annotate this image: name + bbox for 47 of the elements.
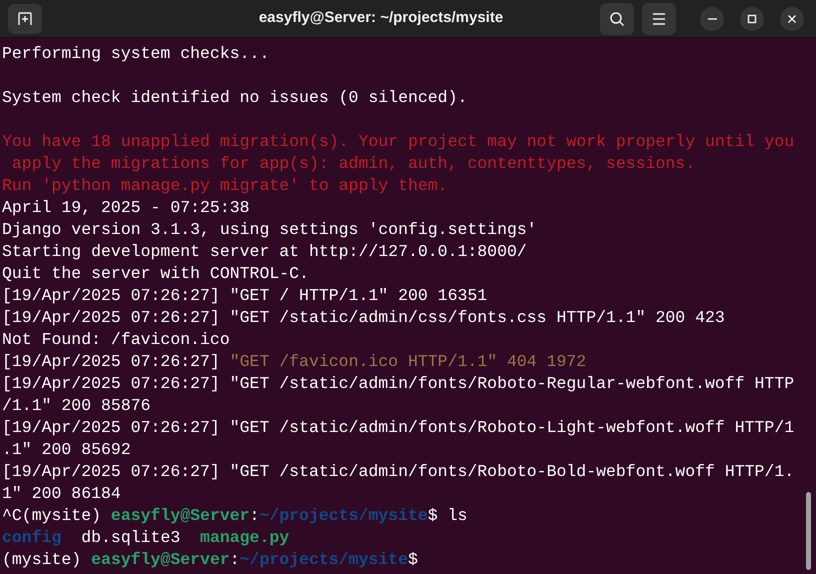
terminal-text: [19/Apr/2025 07:26:27] "GET /static/admin/css/fonts.css HTTP/1.1" 200 423 bbox=[2, 308, 725, 327]
maximize-icon bbox=[747, 14, 757, 24]
terminal-text: Django version 3.1.3, using settings 'config.settings' bbox=[2, 220, 537, 239]
terminal-text: [19/Apr/2025 07:26:27] "GET /static/admin/fonts/Roboto-Bold-webfont.woff HTTP/1. bbox=[2, 462, 794, 481]
terminal-text: Not Found: /favicon.ico bbox=[2, 330, 230, 349]
terminal-text: [19/Apr/2025 07:26:27] bbox=[2, 352, 221, 371]
terminal-text: [19/Apr/2025 07:26:27] "GET / HTTP/1.1" 200 16351 bbox=[2, 286, 488, 305]
terminal-text: Run 'python manage.py migrate' to apply them. bbox=[2, 176, 448, 195]
terminal-text: easyfly@Server bbox=[110, 506, 250, 525]
terminal-text: $ bbox=[408, 550, 418, 569]
terminal-text: [19/Apr/2025 07:26:27] "GET /static/admin/fonts/Roboto-Light-webfont.woff HTTP/1 bbox=[2, 418, 794, 437]
window-title: easyfly@Server: ~/projects/mysite bbox=[258, 8, 504, 28]
terminal-text: April 19, 2025 - 07:25:38 bbox=[2, 198, 250, 217]
terminal-text: manage.py bbox=[200, 528, 290, 547]
maximize-button[interactable] bbox=[740, 6, 764, 30]
scrollbar-thumb[interactable] bbox=[806, 492, 811, 570]
close-icon bbox=[787, 14, 797, 24]
terminal-text: : bbox=[230, 550, 240, 569]
terminal-text: System check identified no issues (0 silenced). bbox=[2, 88, 468, 107]
terminal-text: Performing system checks... bbox=[2, 44, 270, 63]
terminal-text: db.sqlite3 bbox=[80, 528, 182, 547]
new-tab-button[interactable] bbox=[8, 4, 42, 34]
terminal-text: .1" 200 85692 bbox=[2, 440, 131, 459]
menu-button[interactable] bbox=[642, 2, 676, 34]
terminal-text: ^C(mysite) bbox=[2, 506, 102, 525]
terminal-text: [19/Apr/2025 07:26:27] "GET /static/admin/fonts/Roboto-Regular-webfont.woff HTTP bbox=[2, 374, 794, 393]
terminal-text: You have 18 unapplied migration(s). Your project may not work properly until you bbox=[2, 132, 794, 151]
close-button[interactable] bbox=[780, 6, 804, 30]
terminal-text: config bbox=[2, 528, 62, 547]
terminal-text: ~/projects/mysite bbox=[259, 506, 428, 525]
terminal-text: Starting development server at http://127.0.0.1:8000/ bbox=[2, 242, 527, 261]
terminal-text: "GET /favicon.ico HTTP/1.1" 404 1972 bbox=[230, 352, 586, 371]
terminal-text: ~/projects/mysite bbox=[240, 550, 408, 569]
terminal-text: apply the migrations for app(s): admin, auth, contenttypes, sessions. bbox=[10, 154, 696, 173]
search-icon bbox=[609, 10, 625, 26]
terminal-text: : bbox=[250, 506, 260, 525]
menu-icon bbox=[652, 12, 666, 24]
terminal-text: 1" 200 86184 bbox=[2, 484, 121, 503]
minimize-button[interactable] bbox=[700, 6, 724, 30]
terminal-text: /1.1" 200 85876 bbox=[2, 396, 151, 415]
search-button[interactable] bbox=[600, 2, 634, 34]
terminal-text: easyfly@Server bbox=[91, 550, 230, 569]
minimize-icon bbox=[708, 18, 716, 20]
terminal-text: (mysite) bbox=[2, 550, 82, 569]
terminal-text: $ ls bbox=[428, 506, 468, 525]
new-tab-icon bbox=[17, 10, 33, 26]
terminal-text: Quit the server with CONTROL-C. bbox=[2, 264, 309, 283]
